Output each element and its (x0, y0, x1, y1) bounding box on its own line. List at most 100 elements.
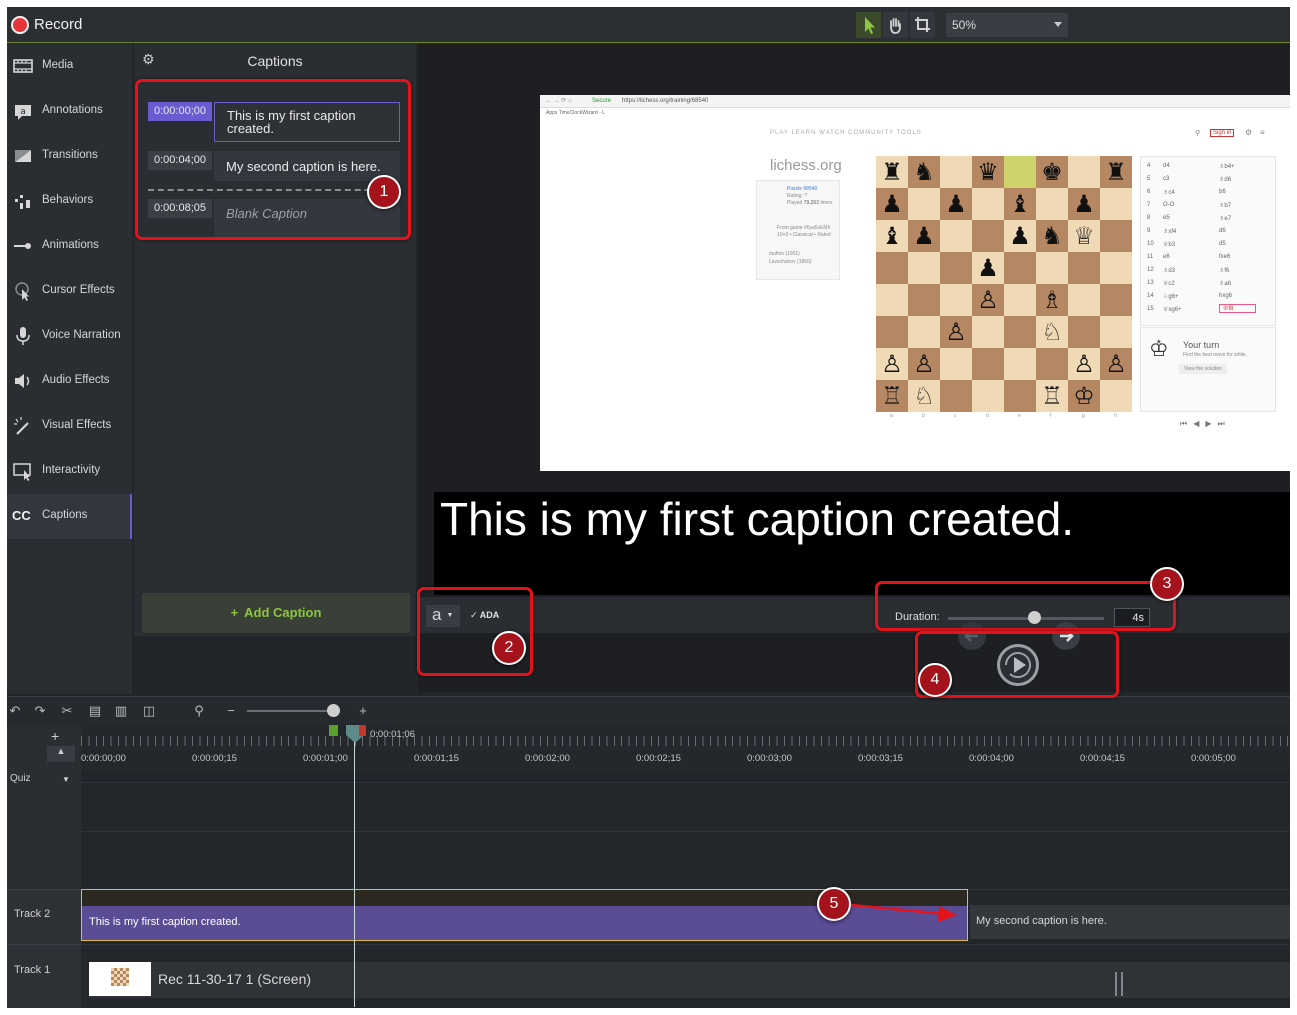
add-caption-button[interactable]: + Add Caption (142, 593, 410, 633)
sidebar-item-annotations[interactable]: a Annotations (7, 89, 132, 134)
gear-icon[interactable]: ⚙ (142, 52, 156, 66)
callout-badge-2: 2 (492, 631, 526, 665)
sidebar-item-label: Media (42, 59, 74, 71)
sidebar-item-interactivity[interactable]: Interactivity (7, 449, 132, 494)
callout-box-3 (875, 581, 1176, 631)
player-white: mufion (1951) (769, 251, 800, 257)
sidebar-item-label: Cursor Effects (42, 284, 115, 296)
sidebar-item-visual-effects[interactable]: Visual Effects (7, 404, 132, 449)
chevron-down-icon: ▼ (62, 775, 70, 784)
playhead-out-marker[interactable] (359, 725, 366, 736)
cut-icon[interactable]: ✂ (59, 703, 75, 719)
pan-hand-icon[interactable] (883, 12, 908, 38)
chess-square (1100, 188, 1132, 220)
sidebar-item-transitions[interactable]: Transitions (7, 134, 132, 179)
move-white: ♘g6+ (1163, 294, 1179, 300)
recording-preview[interactable]: ← → ⟳ ⌂ Secure https://lichess.org/train… (540, 79, 1290, 471)
sidebar-item-captions[interactable]: CC Captions (7, 494, 132, 539)
your-turn-box: ♔ Your turn Find the best move for white… (1140, 327, 1276, 412)
copy-icon[interactable]: ▤ (87, 703, 103, 719)
record-button[interactable]: Record (34, 16, 82, 33)
chess-square: ♟ (940, 188, 972, 220)
move-number: 14 (1147, 293, 1154, 299)
sidebar-item-voice-narration[interactable]: Voice Narration (7, 314, 132, 359)
zoom-out-icon[interactable]: − (223, 703, 239, 719)
panel-title: Captions (247, 53, 303, 69)
redo-icon[interactable]: ↷ (32, 703, 48, 719)
callout-badge-1: 1 (367, 175, 401, 209)
select-arrow-icon[interactable] (856, 12, 881, 38)
from-game: From game #6ya5xEMh (777, 225, 831, 231)
move-number: 6 (1147, 189, 1151, 195)
sidebar-item-cursor-effects[interactable]: Cursor Effects (7, 269, 132, 314)
timeline-zoom-slider[interactable] (247, 710, 337, 712)
move-white: ♕b3 (1163, 242, 1176, 248)
move-number: 11 (1147, 254, 1154, 260)
paste-icon[interactable]: ▥ (113, 703, 129, 719)
split-icon[interactable]: ◫ (141, 703, 157, 719)
media-clip[interactable]: Rec 11-30-17 1 (Screen) (89, 962, 1290, 998)
chess-square (940, 156, 972, 188)
chess-board: ♜ ♞ ♛ ♚ ♜ ♟ ♟ ♝ ♟ ♝ ♟ ♟ ♞ ♕ ♟ ♙ ♗ ♙ ♘ ♙ ♙ ♙ ♙ ♖ ♘ ♖ ♔ (876, 156, 1132, 412)
callout-badge-5: 5 (817, 887, 851, 921)
quiz-dropdown[interactable]: Quiz ▼ (7, 772, 81, 790)
move-black: b6 (1219, 189, 1226, 195)
sidebar-item-animations[interactable]: Animations (7, 224, 132, 269)
chess-square: ♙ (908, 348, 940, 380)
track-2-header[interactable]: Track 2 (7, 889, 81, 944)
move-row: 9 ♗xf4 d6 (1141, 226, 1275, 239)
add-track-icon[interactable]: + (51, 728, 59, 744)
cursor-icon (15, 282, 29, 301)
chess-square (972, 348, 1004, 380)
playhead-time: 0:00:01;06 (370, 729, 415, 740)
puzzle-info-card: Puzzle 68540 Rating: ? Played 79,262 tim… (756, 180, 840, 280)
move-white: O-O (1163, 202, 1175, 208)
sidebar-item-behaviors[interactable]: Behaviors (7, 179, 132, 224)
move-black: ♗a6 (1219, 281, 1232, 287)
sidebar-item-audio-effects[interactable]: Audio Effects (7, 359, 132, 404)
chess-square (876, 284, 908, 316)
record-icon[interactable] (11, 16, 29, 34)
chess-square (876, 252, 908, 284)
collapse-tracks-icon[interactable]: ▲ (47, 746, 75, 762)
ruler-time-label: 0:00:00;15 (192, 753, 237, 764)
zoom-in-icon[interactable]: + (355, 703, 371, 719)
chess-square: ♖ (1036, 380, 1068, 412)
site-nav: PLAY LEARN WATCH COMMUNITY TOOLS (770, 130, 922, 136)
playhead-in-marker[interactable] (329, 725, 338, 736)
zoom-dropdown[interactable]: 50% (946, 13, 1068, 37)
move-row: 14 ♘g6+ hxg6 (1141, 291, 1275, 304)
timeline-ruler[interactable]: 0:00:00;00 0:00:00;15 0:00:01;00 0:00:01;15… (81, 724, 1290, 772)
plus-icon: + (230, 605, 239, 620)
chess-square (1068, 252, 1100, 284)
chess-square (1068, 316, 1100, 348)
move-number: 15 (1147, 306, 1154, 312)
caption-clip-2[interactable]: My second caption is here. (970, 905, 1290, 939)
playhead-line (354, 742, 355, 1007)
callout-box-1 (135, 79, 411, 240)
transition-icon (15, 150, 31, 162)
move-white: ♕c2 (1163, 281, 1175, 287)
timeline-zoom-handle[interactable] (327, 704, 340, 717)
undo-icon[interactable]: ↶ (7, 703, 23, 719)
move-black: ♗b4+ (1219, 164, 1235, 170)
track-1-header[interactable]: Track 1 (7, 944, 81, 1008)
chess-square (908, 284, 940, 316)
move-row: 6 ♗c4 b6 (1141, 187, 1275, 200)
interactive-icon (13, 463, 31, 481)
crop-icon[interactable] (910, 12, 935, 38)
move-number: 8 (1147, 215, 1151, 221)
chess-square: ♙ (972, 284, 1004, 316)
file-label: c (954, 413, 957, 419)
sidebar-item-label: Behaviors (42, 194, 94, 206)
move-row: 12 ♗d3 ♗f6 (1141, 265, 1275, 278)
ruler-time-label: 0:00:03;00 (747, 753, 792, 764)
sidebar-item-media[interactable]: Media (7, 44, 132, 89)
player-black: Levschanov (1860) (769, 259, 812, 265)
search-icon[interactable]: ⚲ (191, 703, 207, 719)
sign-in-button: Sign in (1210, 129, 1235, 137)
chess-square (1036, 252, 1068, 284)
move-number: 9 (1147, 228, 1151, 234)
move-row: 13 ♕c2 ♗a6 (1141, 278, 1275, 291)
chess-square: ♖ (876, 380, 908, 412)
